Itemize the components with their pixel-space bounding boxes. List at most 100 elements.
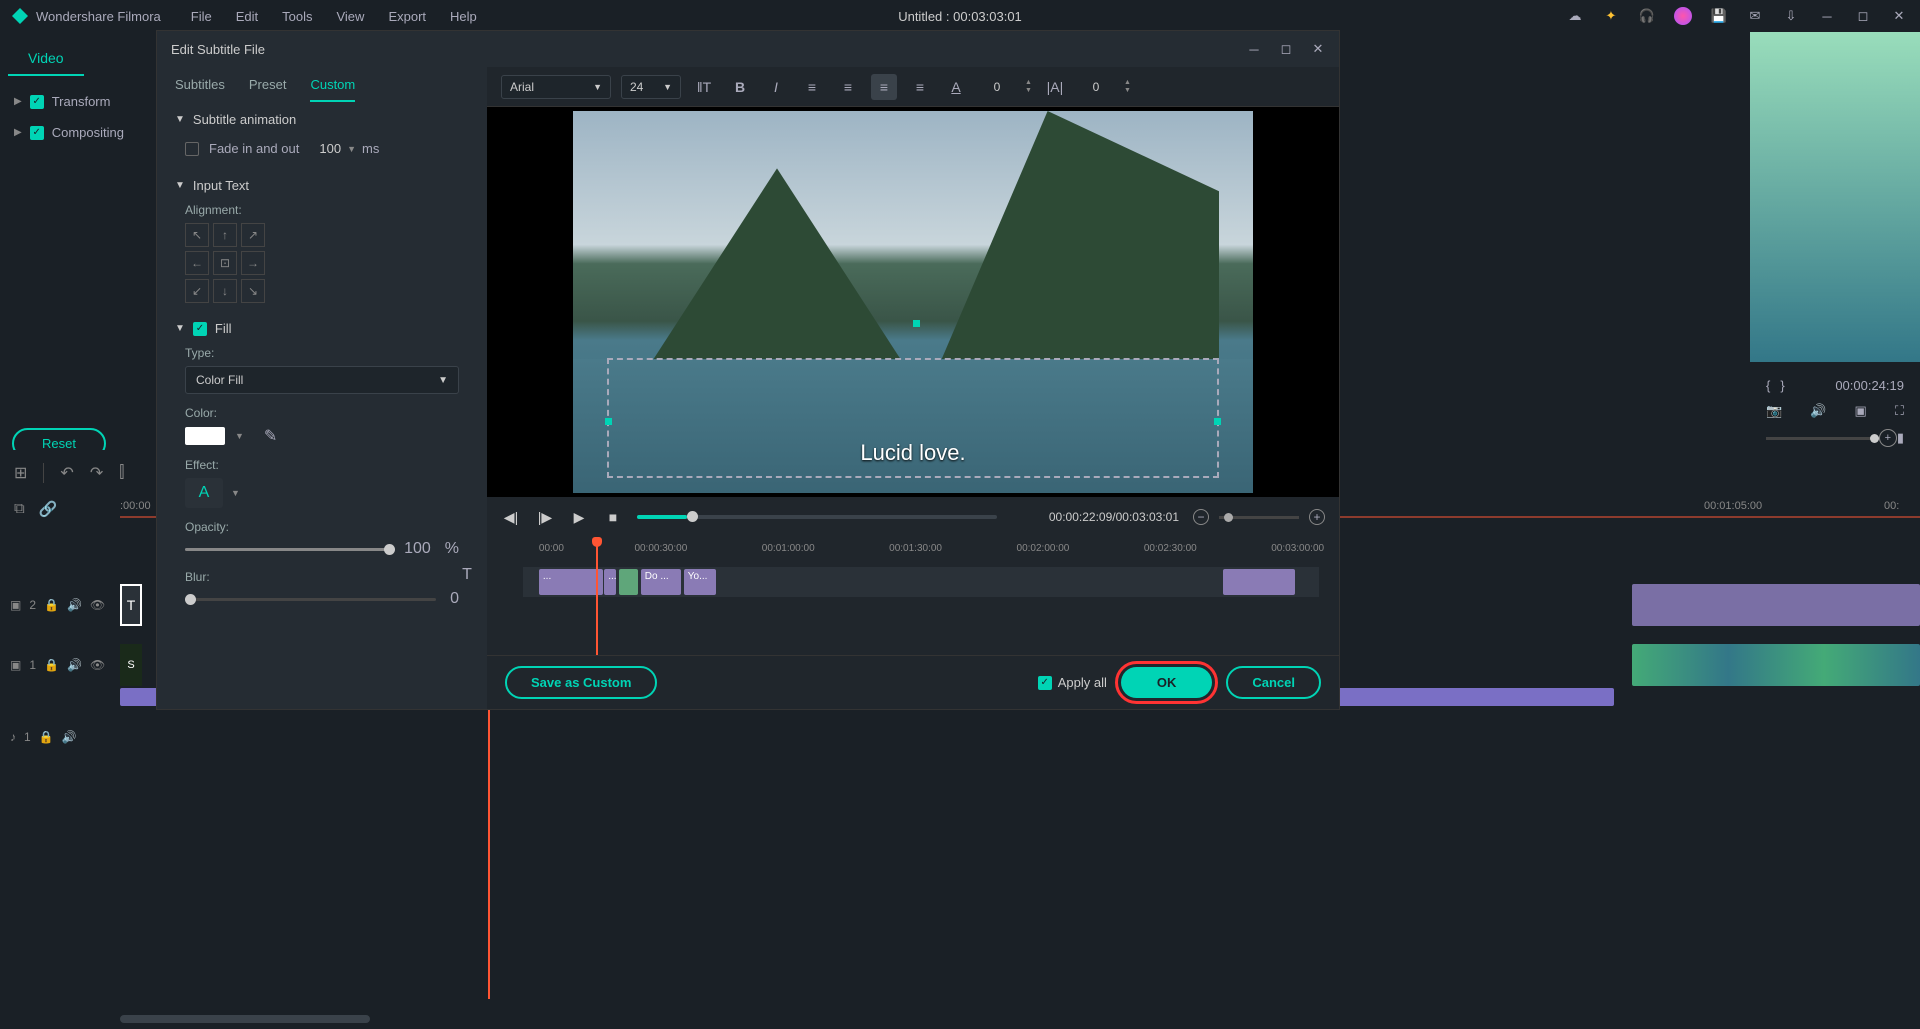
maximize-icon[interactable]: ◻ xyxy=(1854,7,1872,25)
color-swatch[interactable] xyxy=(185,427,225,445)
resize-handle-right[interactable] xyxy=(1214,418,1221,425)
align-right-icon[interactable]: ≡ xyxy=(871,74,897,100)
folder-icon[interactable]: ▣ xyxy=(1855,403,1867,419)
align-top-right[interactable]: ↗ xyxy=(241,223,265,247)
prev-frame-icon[interactable]: ◀| xyxy=(501,507,521,527)
tab-preset[interactable]: Preset xyxy=(249,77,287,102)
align-bottom-right[interactable]: ↘ xyxy=(241,279,265,303)
timeline-clip[interactable] xyxy=(1632,644,1920,686)
menu-view[interactable]: View xyxy=(336,9,364,24)
avatar-icon[interactable] xyxy=(1674,7,1692,25)
timeline-scrollbar[interactable] xyxy=(120,1015,370,1023)
char-spacing-input[interactable] xyxy=(979,80,1015,94)
brace-left-icon[interactable]: { xyxy=(1766,378,1770,393)
tab-subtitles[interactable]: Subtitles xyxy=(175,77,225,102)
grid-icon[interactable]: ⊞ xyxy=(14,463,27,483)
align-center-icon[interactable]: ≡ xyxy=(835,74,861,100)
fade-ms-value[interactable]: 100 xyxy=(319,141,341,156)
section-header[interactable]: ▼ Subtitle animation xyxy=(175,112,469,127)
mini-playhead[interactable] xyxy=(596,537,598,655)
fill-checkbox[interactable]: ✓ xyxy=(193,322,207,336)
ok-button[interactable]: OK xyxy=(1121,667,1213,698)
resize-handle-left[interactable] xyxy=(605,418,612,425)
undo-icon[interactable]: ↶ xyxy=(60,463,73,483)
chevron-down-icon[interactable]: ▼ xyxy=(235,431,244,441)
subtitle-clip[interactable]: ... xyxy=(539,569,603,595)
eye-icon[interactable]: 👁 xyxy=(90,658,105,672)
headphones-icon[interactable]: 🎧 xyxy=(1638,7,1656,25)
section-header[interactable]: ▼ ✓ Fill xyxy=(175,321,469,336)
line-height-icon[interactable]: |A| xyxy=(1042,74,1068,100)
section-header[interactable]: ▼ Input Text xyxy=(175,178,469,193)
chevron-down-icon[interactable]: ▼ xyxy=(347,144,356,154)
subtitle-clip[interactable] xyxy=(1223,569,1295,595)
progress-bar[interactable] xyxy=(637,515,997,519)
timeline-clip[interactable] xyxy=(1632,584,1920,626)
tab-custom[interactable]: Custom xyxy=(310,77,355,102)
stop-icon[interactable]: ■ xyxy=(603,507,623,527)
blur-value[interactable]: 0 xyxy=(450,590,459,608)
align-top-center[interactable]: ↑ xyxy=(213,223,237,247)
lightbulb-icon[interactable]: ✦ xyxy=(1602,7,1620,25)
video-clip-marker[interactable]: S xyxy=(120,644,142,686)
modal-maximize-icon[interactable]: ◻ xyxy=(1279,42,1293,56)
align-middle-left[interactable]: ← xyxy=(185,251,209,275)
vertical-text-icon[interactable]: ‖T xyxy=(691,74,717,100)
subtitle-clip[interactable]: ... xyxy=(604,569,616,595)
eyedropper-icon[interactable]: ✎ xyxy=(264,426,277,446)
speaker-icon[interactable]: 🔊 xyxy=(1810,403,1826,419)
subtitle-clip[interactable]: Do ... xyxy=(641,569,681,595)
lock-icon[interactable]: 🔒 xyxy=(39,730,54,744)
zoom-in-icon[interactable]: + xyxy=(1879,429,1897,447)
zoom-in-icon[interactable]: + xyxy=(1309,509,1325,525)
modal-close-icon[interactable]: ✕ xyxy=(1311,42,1325,56)
line-spacing-input[interactable] xyxy=(1078,80,1114,94)
sidebar-tab-video[interactable]: Video xyxy=(8,42,84,76)
play-icon[interactable]: ▶ xyxy=(569,507,589,527)
text-clip-marker[interactable]: T xyxy=(120,584,142,626)
lock-icon[interactable]: 🔒 xyxy=(44,598,59,612)
fill-type-select[interactable]: Color Fill ▼ xyxy=(185,366,459,394)
redo-icon[interactable]: ↷ xyxy=(90,463,103,483)
menu-edit[interactable]: Edit xyxy=(236,9,258,24)
download-icon[interactable]: ⇩ xyxy=(1782,7,1800,25)
bold-icon[interactable]: B xyxy=(727,74,753,100)
close-icon[interactable]: ✕ xyxy=(1890,7,1908,25)
eye-icon[interactable]: 👁 xyxy=(90,598,105,612)
menu-tools[interactable]: Tools xyxy=(282,9,312,24)
font-select[interactable]: Arial ▼ xyxy=(501,75,611,99)
subtitle-clip[interactable]: Yo... xyxy=(684,569,716,595)
subtitle-clip-active[interactable] xyxy=(619,569,639,595)
text-color-icon[interactable]: A xyxy=(943,74,969,100)
menu-file[interactable]: File xyxy=(191,9,212,24)
mini-ruler[interactable]: 00:00 00:00:30:00 00:01:00:00 00:01:30:0… xyxy=(523,543,1319,565)
link-icon[interactable]: 🔗 xyxy=(39,500,58,518)
subtitle-text[interactable]: Lucid love. xyxy=(860,440,965,466)
align-bottom-center[interactable]: ↓ xyxy=(213,279,237,303)
spinner-icon[interactable]: ▲▼ xyxy=(1025,79,1032,94)
align-left-icon[interactable]: ≡ xyxy=(799,74,825,100)
effect-preset[interactable]: A xyxy=(185,478,223,508)
italic-icon[interactable]: I xyxy=(763,74,789,100)
minimize-icon[interactable]: ─ xyxy=(1818,7,1836,25)
align-top-left[interactable]: ↖ xyxy=(185,223,209,247)
lock-icon[interactable]: 🔒 xyxy=(44,658,59,672)
chevron-down-icon[interactable]: ▼ xyxy=(231,488,240,498)
zoom-out-icon[interactable]: − xyxy=(1193,509,1209,525)
fullscreen-icon[interactable]: ⛶ xyxy=(1895,403,1904,419)
save-as-custom-button[interactable]: Save as Custom xyxy=(505,666,657,699)
opacity-value[interactable]: 100 xyxy=(404,540,431,558)
next-frame-icon[interactable]: |▶ xyxy=(535,507,555,527)
speaker-icon[interactable]: 🔊 xyxy=(62,730,77,744)
blur-slider[interactable] xyxy=(185,598,436,601)
align-justify-icon[interactable]: ≡ xyxy=(907,74,933,100)
envelope-icon[interactable]: ✉ xyxy=(1746,7,1764,25)
align-middle-center[interactable]: ⊡ xyxy=(213,251,237,275)
brace-right-icon[interactable]: } xyxy=(1780,378,1784,393)
checkbox-icon[interactable]: ✓ xyxy=(30,95,44,109)
checkbox-icon[interactable]: ✓ xyxy=(30,126,44,140)
subtitle-bounding-box[interactable]: Lucid love. xyxy=(607,358,1219,478)
speaker-icon[interactable]: 🔊 xyxy=(67,598,82,612)
preview-frame[interactable]: Lucid love. xyxy=(573,111,1253,493)
align-middle-right[interactable]: → xyxy=(241,251,265,275)
